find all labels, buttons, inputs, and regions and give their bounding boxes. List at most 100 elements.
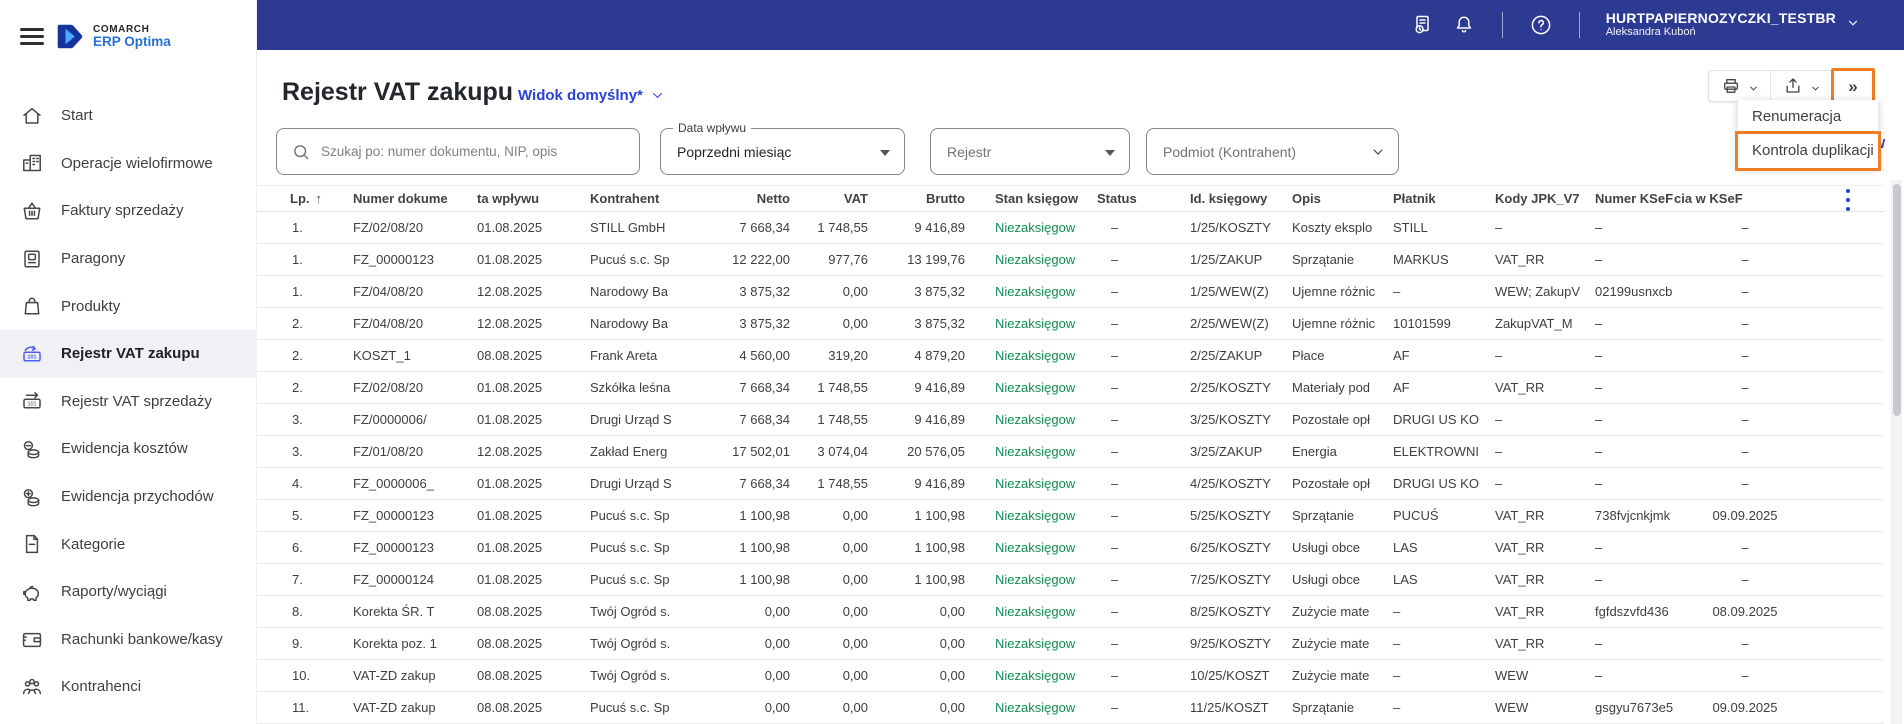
cell-platnik: LAS — [1393, 572, 1418, 587]
dropdown-arrow-icon — [880, 149, 890, 156]
column-header-ksef[interactable]: Numer KSeF — [1595, 186, 1674, 211]
cell-ksef: – — [1595, 348, 1603, 363]
table-row[interactable]: 3. FZ/01/08/20 12.08.2025 Zakład Energ 17 50… — [257, 436, 1884, 468]
menu-item-kontrola-duplikacji[interactable]: Kontrola duplikacji — [1735, 131, 1881, 171]
column-header-status[interactable]: Status — [1089, 186, 1190, 211]
cell-status: – — [1111, 508, 1119, 523]
date-filter[interactable]: Data wpływu Poprzedni miesiąc — [660, 121, 905, 175]
sidebar-item-ewidencja-przychodów[interactable]: Ewidencja przychodów — [0, 473, 257, 521]
export-button[interactable] — [1771, 71, 1833, 101]
cell-kontrahent: Narodowy Ba — [590, 284, 669, 299]
column-header-stan[interactable]: Stan księgow — [965, 186, 1089, 211]
column-header-kody[interactable]: Kody JPK_V7 — [1495, 186, 1595, 211]
cell-kody: – — [1495, 412, 1503, 427]
vertical-scrollbar[interactable] — [1891, 180, 1902, 724]
cell-stan: Niezaksięgow — [995, 348, 1076, 363]
table-row[interactable]: 8. Korekta ŚR. T 08.08.2025 Twój Ogród s. 0,… — [257, 596, 1884, 628]
subject-filter[interactable]: Podmiot (Kontrahent) — [1146, 128, 1399, 175]
page-title: Rejestr VAT zakupu — [282, 78, 514, 106]
column-header-id_ksiegowy[interactable]: Id. księgowy — [1190, 186, 1292, 211]
sidebar-item-start[interactable]: Start — [0, 92, 257, 140]
sidebar-item-raporty-wyciągi[interactable]: Raporty/wyciągi — [0, 568, 257, 616]
table-row[interactable]: 11. VAT-ZD zakup 08.08.2025 Pucuś s.c. Sp 0,… — [257, 692, 1884, 724]
cell-ksef: – — [1595, 316, 1603, 331]
brand-logo[interactable]: COMARCH ERP Optima — [57, 24, 171, 49]
help-icon[interactable] — [1529, 13, 1553, 37]
cell-kontrahent: Pucuś s.c. Sp — [590, 700, 670, 715]
table-row[interactable]: 10. VAT-ZD zakup 08.08.2025 Twój Ogród s. 0,… — [257, 660, 1884, 692]
bank-accounts-icon — [20, 627, 44, 651]
column-header-netto[interactable]: Netto — [717, 186, 790, 211]
cell-id_ksiegowy: 1/25/ZAKUP — [1190, 252, 1263, 267]
sidebar-item-kategorie[interactable]: Kategorie — [0, 520, 257, 568]
notifications-bell-icon[interactable] — [1452, 13, 1476, 37]
document-clock-icon[interactable] — [1410, 13, 1434, 37]
scrollbar-thumb[interactable] — [1892, 184, 1901, 416]
table-row[interactable]: 2. FZ/04/08/20 12.08.2025 Narodowy Ba 3 875,… — [257, 308, 1884, 340]
table-row[interactable]: 1. FZ/04/08/20 12.08.2025 Narodowy Ba 3 875,… — [257, 276, 1884, 308]
cell-data_ksef: 08.09.2025 — [1712, 604, 1778, 619]
cell-brutto: 9 416,89 — [914, 412, 965, 427]
column-header-label: Numer dokume — [353, 191, 448, 206]
sidebar-item-operacje-wielofirmowe[interactable]: Operacje wielofirmowe — [0, 140, 257, 188]
cell-ksef: – — [1595, 636, 1603, 651]
table-row[interactable]: 5. FZ_00000123 01.08.2025 Pucuś s.c. Sp 1 10… — [257, 500, 1884, 532]
cell-data_ksef: 09.09.2025 — [1712, 700, 1778, 715]
column-options-kebab-icon[interactable] — [1841, 189, 1855, 211]
cell-netto: 1 100,98 — [739, 572, 790, 587]
sidebar-item-rachunki-bankowe-kasy[interactable]: Rachunki bankowe/kasy — [0, 616, 257, 664]
account-menu[interactable]: HURTPAPIERNOZYCZKI_TESTBR Aleksandra Kub… — [1606, 11, 1860, 39]
column-header-label: Netto — [756, 191, 790, 206]
sidebar-item-kontrahenci[interactable]: Kontrahenci — [0, 663, 257, 711]
cell-kody: VAT_RR — [1495, 540, 1545, 555]
cell-vat: 977,76 — [828, 252, 868, 267]
search-box[interactable] — [276, 128, 640, 175]
chevron-down-icon[interactable] — [1810, 81, 1821, 92]
cell-netto: 12 222,00 — [732, 252, 790, 267]
cell-status: – — [1111, 252, 1119, 267]
cell-vat: 319,20 — [828, 348, 868, 363]
table-row[interactable]: 6. FZ_00000123 01.08.2025 Pucuś s.c. Sp 1 10… — [257, 532, 1884, 564]
cell-opis: Sprzątanie — [1292, 700, 1355, 715]
table-row[interactable]: 3. FZ/0000006/01.08.2025 Drugi Urząd S 7 66… — [257, 404, 1884, 436]
table-row[interactable]: 4. FZ_0000006_ 01.08.2025 Drugi Urząd S 7 66… — [257, 468, 1884, 500]
chevron-down-icon[interactable] — [1748, 81, 1759, 92]
table-body: 1. FZ/02/08/20 01.08.2025 STILL GmbH 7 668,3… — [257, 212, 1884, 724]
cell-numer: FZ_00000123 — [353, 540, 434, 555]
column-header-data_wplywu[interactable]: ta wpływu — [477, 186, 590, 211]
view-selector[interactable]: Widok domyślny* — [518, 87, 664, 104]
column-header-platnik[interactable]: Płatnik — [1393, 186, 1495, 211]
column-header-lp[interactable]: Lp. ↑ — [290, 186, 353, 211]
column-header-opis[interactable]: Opis — [1292, 186, 1393, 211]
register-filter[interactable]: Rejestr — [930, 128, 1130, 175]
column-header-data_ksef[interactable]: cia w KSeF — [1674, 186, 1816, 211]
table-row[interactable]: 2. KOSZT_1 08.08.2025 Frank Areta 4 560,00 31… — [257, 340, 1884, 372]
cell-kontrahent: Pucuś s.c. Sp — [590, 540, 670, 555]
cell-numer: FZ_00000123 — [353, 252, 434, 267]
column-header-numer[interactable]: Numer dokume — [353, 186, 477, 211]
sidebar-item-produkty[interactable]: Produkty — [0, 282, 257, 330]
column-header-brutto[interactable]: Brutto — [868, 186, 965, 211]
table-row[interactable]: 7. FZ_00000124 01.08.2025 Pucuś s.c. Sp 1 10… — [257, 564, 1884, 596]
table-row[interactable]: 9. Korekta poz. 1 08.08.2025 Twój Ogród s. 0… — [257, 628, 1884, 660]
print-button[interactable] — [1709, 71, 1771, 101]
column-header-vat[interactable]: VAT — [790, 186, 868, 211]
menu-item-renumeracja[interactable]: Renumeracja — [1738, 100, 1878, 134]
table-row[interactable]: 2. FZ/02/08/20 01.08.2025 Szkółka leśna 7 66… — [257, 372, 1884, 404]
sidebar-item-faktury-sprzedaży[interactable]: Faktury sprzedaży — [0, 187, 257, 235]
table-row[interactable]: 1. FZ_00000123 01.08.2025 Pucuś s.c. Sp 12 2… — [257, 244, 1884, 276]
column-header-kontrahent[interactable]: Kontrahent — [590, 186, 717, 211]
sidebar-item-paragony[interactable]: Paragony — [0, 235, 257, 283]
categories-icon — [20, 532, 44, 556]
sidebar-item-rejestr-vat-sprzedaży[interactable]: 101 Rejestr VAT sprzedaży — [0, 378, 257, 426]
search-input[interactable] — [321, 144, 621, 159]
sidebar-item-rejestr-vat-zakupu[interactable]: 101 Rejestr VAT zakupu — [0, 329, 257, 378]
table-row[interactable]: 1. FZ/02/08/20 01.08.2025 STILL GmbH 7 668,3… — [257, 212, 1884, 244]
sidebar-item-ewidencja-kosztów[interactable]: Ewidencja kosztów — [0, 425, 257, 473]
cell-numer: Korekta ŚR. T — [353, 604, 435, 619]
cell-ksef: fgfdszvfd436 — [1595, 604, 1669, 619]
hamburger-menu-icon[interactable] — [20, 28, 44, 45]
cell-data_wplywu: 01.08.2025 — [477, 476, 543, 491]
sort-ascending-icon[interactable]: ↑ — [316, 191, 323, 206]
cell-status: – — [1111, 380, 1119, 395]
